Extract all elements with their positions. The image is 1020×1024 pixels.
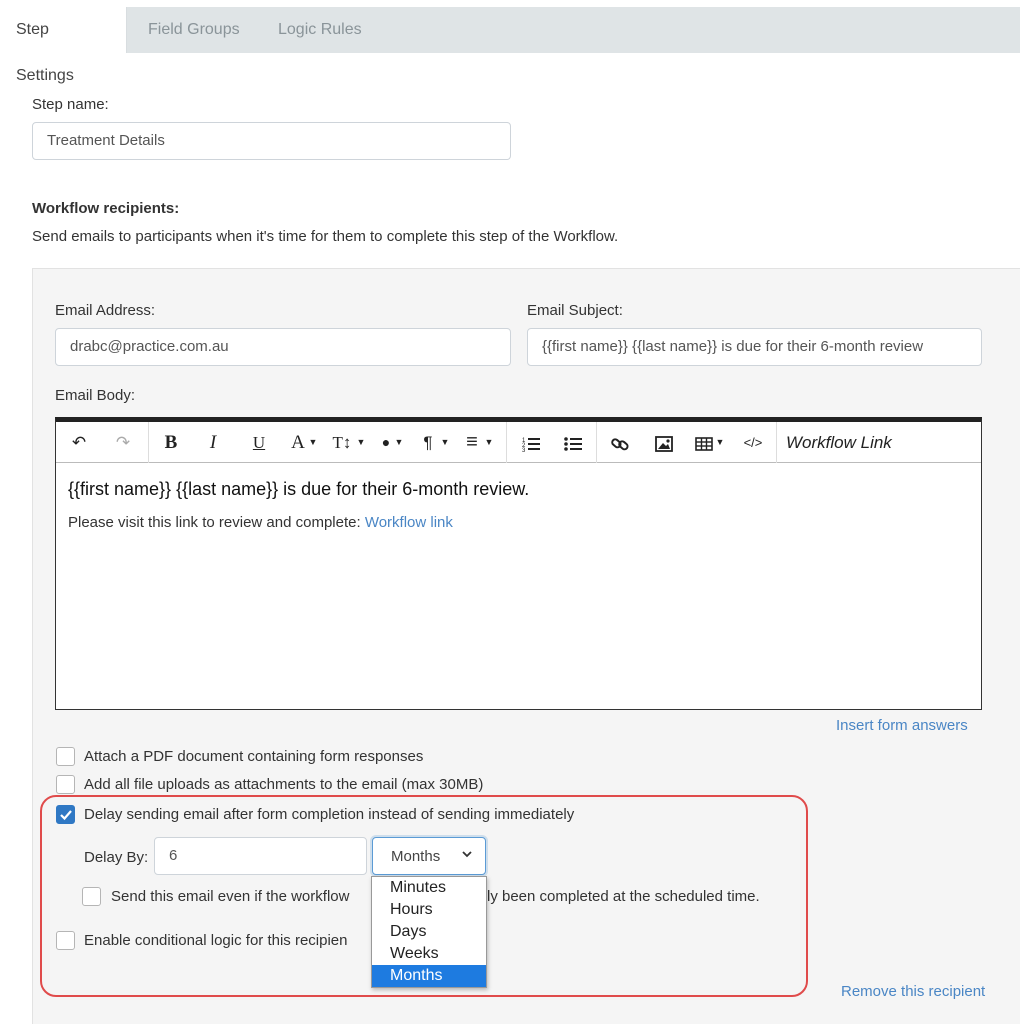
- link-icon[interactable]: [606, 422, 634, 463]
- email-address-input[interactable]: drabc@practice.com.au: [55, 328, 511, 366]
- chevron-down-icon: ▼: [356, 437, 366, 447]
- align-icon[interactable]: ≡: [460, 422, 484, 463]
- attach-pdf-label: Attach a PDF document containing form re…: [84, 748, 424, 765]
- editor-toolbar: ↶ ↷ B I U A ▼ T↕ ▼ ● ▼ ¶ ▼ ≡ ▼ 123 ▼ </>…: [56, 422, 981, 463]
- code-view-icon[interactable]: </>: [738, 422, 768, 463]
- font-color-icon[interactable]: A: [286, 422, 310, 463]
- delay-sending-label: Delay sending email after form completio…: [84, 806, 575, 823]
- delay-unit-dropdown: Minutes Hours Days Weeks Months: [371, 876, 487, 988]
- conditional-logic-label: Enable conditional logic for this recipi…: [84, 932, 348, 949]
- chevron-down-icon: ▼: [440, 437, 450, 447]
- recipients-heading: Workflow recipients:: [32, 200, 180, 217]
- delay-sending-checkbox[interactable]: [56, 805, 75, 824]
- remove-recipient-link[interactable]: Remove this recipient: [841, 983, 985, 1000]
- email-subject-input[interactable]: {{first name}} {{last name}} is due for …: [527, 328, 982, 366]
- chevron-down-icon: ▼: [715, 437, 725, 447]
- svg-text:3: 3: [522, 448, 526, 452]
- underline-icon[interactable]: U: [244, 422, 274, 463]
- bullet-list-icon[interactable]: [560, 422, 586, 463]
- undo-icon[interactable]: ↶: [64, 422, 94, 463]
- workflow-link[interactable]: Workflow link: [365, 514, 453, 531]
- send-even-if-completed-checkbox[interactable]: [82, 887, 101, 906]
- highlight-color-icon[interactable]: ●: [376, 422, 396, 463]
- workflow-link-button[interactable]: Workflow Link: [786, 422, 906, 463]
- font-size-icon[interactable]: T↕: [328, 422, 356, 463]
- redo-icon[interactable]: ↷: [108, 422, 138, 463]
- option-hours[interactable]: Hours: [372, 899, 486, 921]
- tab-bar: Step Settings Field Groups Logic Rules: [0, 7, 1020, 84]
- email-body-editor[interactable]: ↶ ↷ B I U A ▼ T↕ ▼ ● ▼ ¶ ▼ ≡ ▼ 123 ▼ </>…: [55, 417, 982, 710]
- option-months[interactable]: Months: [372, 965, 486, 987]
- tab-logic-rules[interactable]: Logic Rules: [262, 7, 378, 53]
- send-even-if-completed-label-end: ly been completed at the scheduled time.: [487, 888, 760, 905]
- italic-icon[interactable]: I: [198, 422, 228, 463]
- insert-form-answers-link[interactable]: Insert form answers: [836, 717, 968, 734]
- delay-unit-select[interactable]: Months: [372, 837, 486, 875]
- option-days[interactable]: Days: [372, 921, 486, 943]
- email-body-label: Email Body:: [55, 387, 136, 404]
- ordered-list-icon[interactable]: 123: [518, 422, 544, 463]
- delay-by-input[interactable]: 6: [154, 837, 367, 875]
- conditional-logic-checkbox[interactable]: [56, 931, 75, 950]
- bold-icon[interactable]: B: [156, 422, 186, 463]
- recipients-description: Send emails to participants when it's ti…: [32, 228, 619, 245]
- email-subject-label: Email Subject:: [527, 302, 623, 319]
- checkmark-icon: [60, 810, 72, 821]
- chevron-down-icon: ▼: [308, 437, 318, 447]
- send-even-if-completed-label-start: Send this email even if the workflow: [111, 888, 350, 905]
- tab-field-groups[interactable]: Field Groups: [132, 7, 256, 53]
- tab-step-settings[interactable]: Step Settings: [0, 7, 127, 84]
- add-uploads-checkbox[interactable]: [56, 775, 75, 794]
- option-weeks[interactable]: Weeks: [372, 943, 486, 965]
- editor-title-line: {{first name}} {{last name}} is due for …: [68, 479, 530, 499]
- step-name-label: Step name:: [32, 96, 109, 113]
- option-minutes[interactable]: Minutes: [372, 877, 486, 899]
- add-uploads-label: Add all file uploads as attachments to t…: [84, 776, 484, 793]
- chevron-down-icon: ▼: [484, 437, 494, 447]
- attach-pdf-checkbox[interactable]: [56, 747, 75, 766]
- chevron-down-icon: ▼: [394, 437, 404, 447]
- table-icon[interactable]: [692, 422, 716, 463]
- paragraph-icon[interactable]: ¶: [418, 422, 438, 463]
- chevron-down-icon: [461, 847, 473, 864]
- step-name-input[interactable]: Treatment Details: [32, 122, 511, 160]
- delay-by-label: Delay By:: [84, 849, 149, 866]
- image-icon[interactable]: [650, 422, 678, 463]
- email-address-label: Email Address:: [55, 302, 156, 319]
- editor-body-line: Please visit this link to review and com…: [68, 514, 453, 531]
- delay-unit-value: Months: [391, 848, 441, 865]
